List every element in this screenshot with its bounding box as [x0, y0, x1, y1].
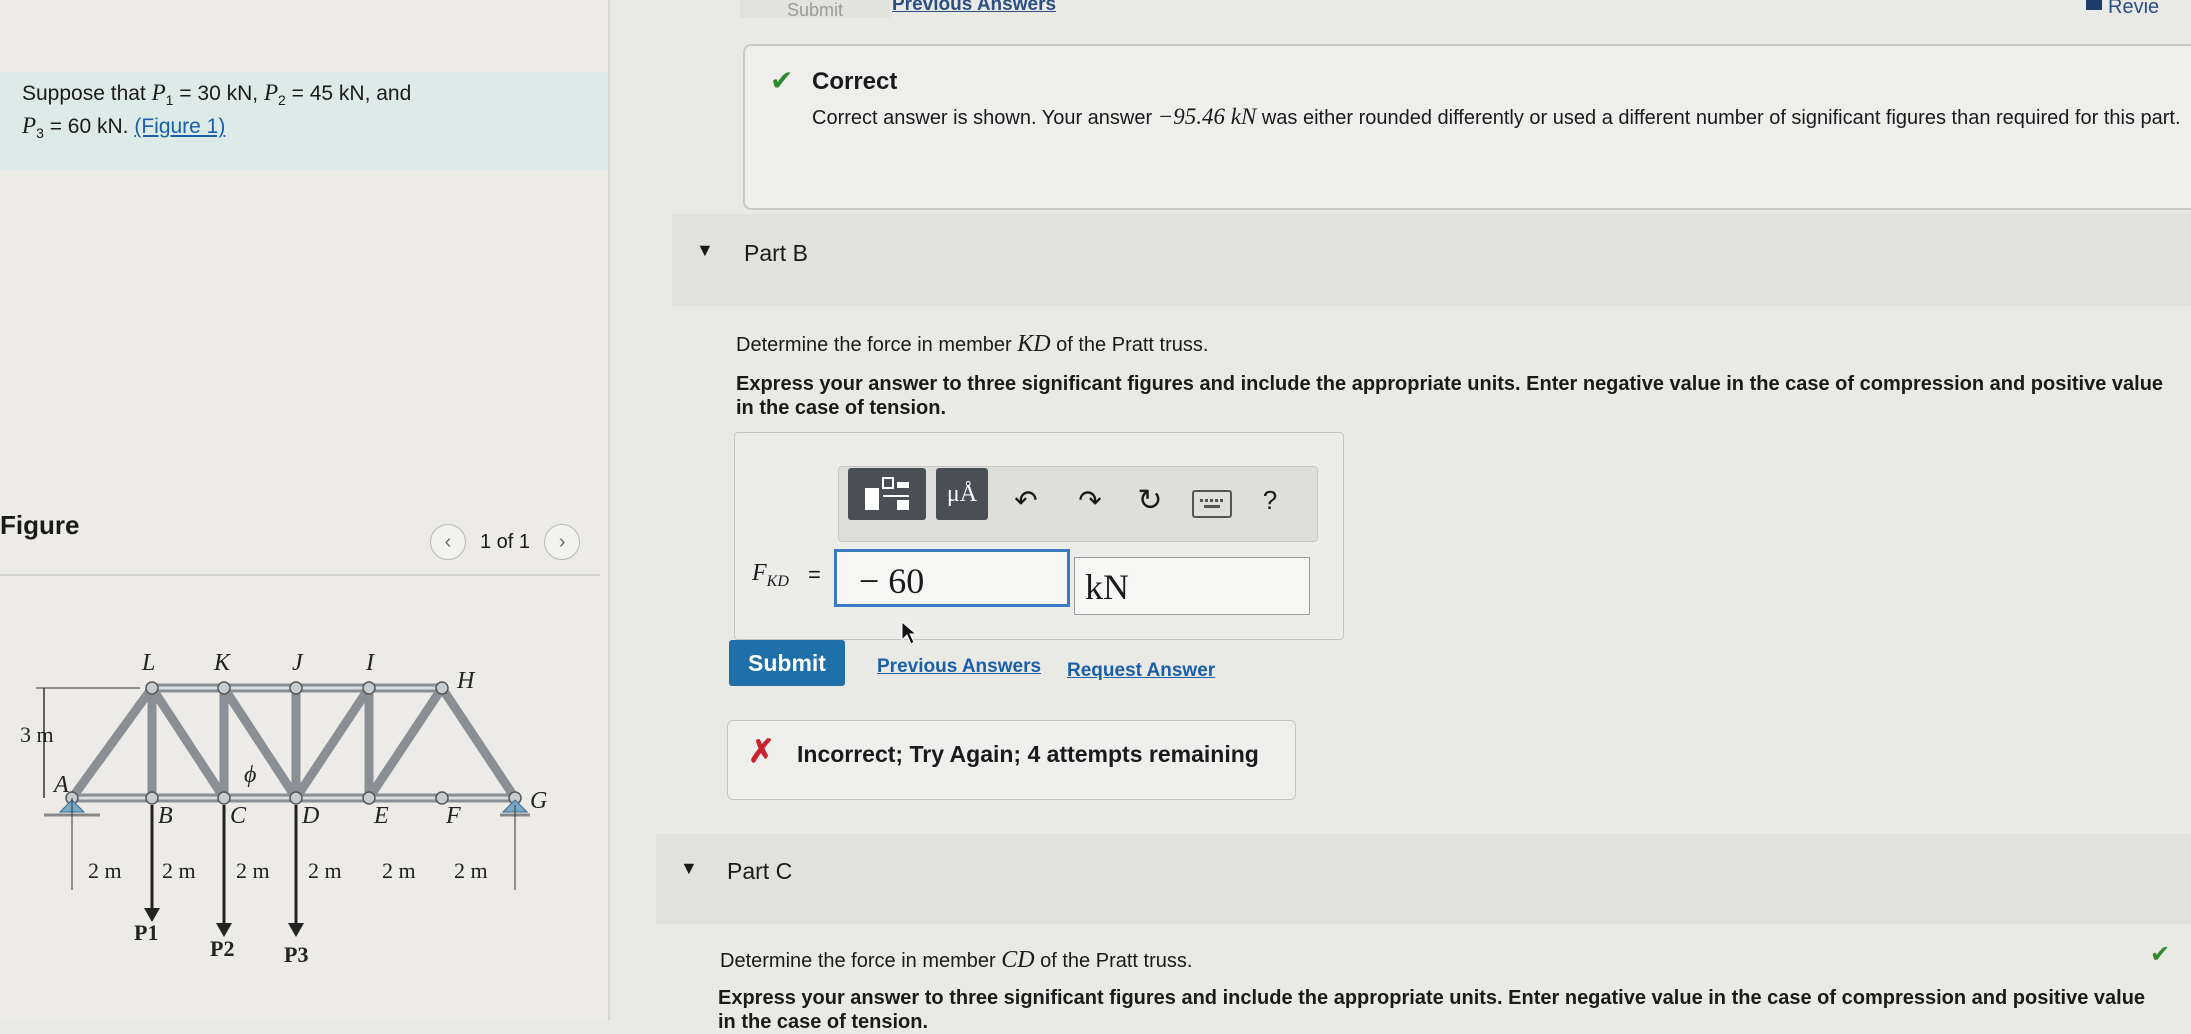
- review-icon: [2086, 0, 2102, 10]
- close-x-icon: ✗: [748, 733, 775, 769]
- part-c-header[interactable]: [656, 834, 2191, 924]
- problem-statement: Suppose that P1 = 30 kN, P2 = 45 kN, and…: [22, 80, 412, 142]
- equals-sign: =: [808, 562, 821, 587]
- part-c-instructions: Express your answer to three significant…: [718, 987, 2146, 1033]
- load-label: P3: [284, 942, 308, 967]
- node-label: C: [230, 803, 247, 829]
- correct-message: Correct answer is shown. Your answer −95…: [812, 104, 2181, 129]
- keyboard-icon[interactable]: [1192, 490, 1232, 518]
- node-label: B: [158, 803, 173, 829]
- figure-page-indicator: 1 of 1: [480, 530, 531, 553]
- height-dimension: 3 m: [20, 722, 54, 747]
- span-dimension: 2 m: [308, 858, 342, 883]
- help-button[interactable]: ?: [1252, 482, 1288, 518]
- mouse-cursor-icon: [901, 620, 918, 645]
- span-dimension: 2 m: [454, 858, 488, 883]
- undo-icon[interactable]: ↶: [1006, 480, 1046, 520]
- collapse-triangle-icon[interactable]: ▼: [696, 240, 714, 261]
- previous-answers-link-top[interactable]: Previous Answers: [892, 0, 1056, 16]
- chevron-left-icon: ‹: [444, 530, 452, 553]
- node-label: G: [530, 788, 547, 814]
- node-label: L: [141, 650, 155, 676]
- check-icon: ✔: [770, 65, 794, 96]
- unit-input[interactable]: kN: [1074, 557, 1310, 615]
- review-link[interactable]: Revie: [2108, 0, 2159, 19]
- node-label: A: [52, 772, 69, 798]
- variable-label: FKD: [752, 560, 789, 590]
- collapse-triangle-icon[interactable]: ▼: [680, 858, 698, 879]
- node-label: H: [456, 668, 476, 694]
- figure-divider: [0, 574, 600, 576]
- node-label: D: [301, 803, 319, 829]
- value-input[interactable]: − 60: [834, 549, 1070, 607]
- part-c-question: Determine the force in member CD of the …: [720, 947, 1193, 973]
- submit-button-faded[interactable]: Submit: [740, 0, 890, 20]
- part-b-header[interactable]: [672, 214, 2191, 306]
- templates-icon: [865, 477, 909, 510]
- part-b-question: Determine the force in member KD of the …: [736, 331, 1209, 357]
- next-figure-button[interactable]: ›: [544, 524, 581, 560]
- part-b-instructions: Express your answer to three significant…: [736, 373, 2164, 419]
- units-button[interactable]: μÅ: [936, 468, 988, 520]
- incorrect-message: Incorrect; Try Again; 4 attempts remaini…: [797, 741, 1259, 767]
- figure-link[interactable]: (Figure 1): [134, 115, 225, 138]
- figure-pager: ‹ 1 of 1 ›: [430, 524, 581, 560]
- templates-button[interactable]: [848, 468, 926, 520]
- submit-button[interactable]: Submit: [729, 640, 845, 686]
- node-label: F: [445, 803, 461, 829]
- load-label: P2: [210, 936, 234, 961]
- request-answer-link[interactable]: Request Answer: [1067, 660, 1215, 682]
- span-dimension: 2 m: [382, 858, 416, 883]
- chevron-right-icon: ›: [558, 530, 566, 553]
- check-icon: ✔: [2150, 941, 2171, 968]
- previous-answers-link[interactable]: Previous Answers: [877, 656, 1041, 678]
- span-dimension: 2 m: [88, 858, 122, 883]
- reset-icon[interactable]: ↻: [1130, 480, 1170, 520]
- load-label: P1: [134, 920, 158, 945]
- prev-figure-button[interactable]: ‹: [430, 524, 466, 560]
- part-c-title: Part C: [727, 858, 793, 884]
- span-dimension: 2 m: [236, 858, 270, 883]
- angle-label: ϕ: [244, 762, 256, 788]
- pratt-truss-figure: L K J I H A B C D E F G ϕ 3 m 2 m 2 m 2 …: [20, 650, 547, 967]
- part-b-title: Part B: [744, 240, 808, 266]
- figure-heading: Figure: [0, 510, 80, 540]
- node-label: E: [373, 803, 389, 829]
- redo-icon[interactable]: ↷: [1070, 480, 1110, 520]
- node-label: J: [292, 650, 304, 676]
- correct-title: Correct: [812, 68, 898, 95]
- node-label: I: [365, 650, 375, 676]
- span-dimension: 2 m: [162, 858, 196, 883]
- node-label: K: [213, 650, 232, 676]
